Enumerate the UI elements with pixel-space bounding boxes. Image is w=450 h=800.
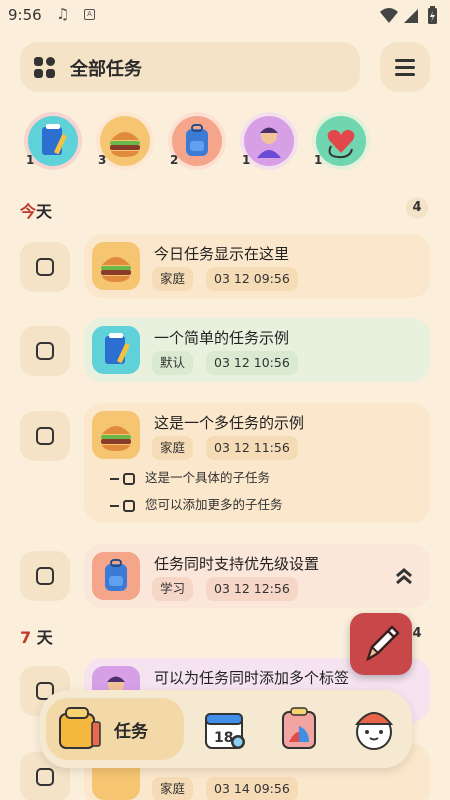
task-time: 03 12 12:56 xyxy=(206,577,298,601)
profile-icon xyxy=(354,712,394,750)
nav-tab-calendar[interactable]: 18 xyxy=(200,704,252,754)
task-time: 03 12 11:56 xyxy=(206,436,298,460)
task-title: 这是一个多任务的示例 xyxy=(154,414,305,432)
section-count-badge: 4 xyxy=(406,197,428,219)
category-health[interactable]: 1 xyxy=(312,112,370,170)
task-card[interactable]: 今日任务显示在这里 家庭 03 12 09:56 xyxy=(84,234,430,298)
section-header-today: 今天 xyxy=(20,202,53,221)
subtask-label: 这是一个具体的子任务 xyxy=(145,470,271,485)
nav-label-tasks: 任务 xyxy=(114,722,148,742)
section-header-7-days: 7 天 xyxy=(20,628,53,647)
category-selector[interactable]: 全部任务 xyxy=(20,42,360,92)
task-title: 一个简单的任务示例 xyxy=(154,329,290,347)
menu-button[interactable] xyxy=(380,42,430,92)
task-tag: 默认 xyxy=(152,351,194,375)
task-card[interactable]: 一个简单的任务示例 默认 03 12 10:56 xyxy=(84,318,430,382)
add-task-button[interactable] xyxy=(350,613,412,675)
bottom-nav: 任务 18 xyxy=(40,690,412,768)
subtask-checkbox[interactable] xyxy=(123,472,135,485)
task-checkbox[interactable] xyxy=(20,326,70,376)
priority-chevron-up-icon xyxy=(396,568,412,585)
heart-stethoscope-icon xyxy=(316,116,366,166)
status-time: 9:56 xyxy=(8,6,42,24)
category-row: 1 3 2 1 1 xyxy=(20,112,440,176)
task-time: 03 12 09:56 xyxy=(206,267,298,291)
page-title: 全部任务 xyxy=(70,59,142,80)
task-title: 可以为任务同时添加多个标签 xyxy=(154,669,350,687)
task-title: 任务同时支持优先级设置 xyxy=(154,555,320,573)
pencil-icon xyxy=(366,625,400,662)
burger-icon xyxy=(92,411,140,459)
category-count: 3 xyxy=(98,153,107,167)
category-backpack[interactable]: 2 xyxy=(168,112,226,170)
burger-icon xyxy=(92,242,140,290)
music-note-icon: ♫ xyxy=(56,5,70,23)
task-time: 03 14 09:56 xyxy=(206,777,298,800)
subtask-label: 您可以添加更多的子任务 xyxy=(145,497,283,512)
task-tag: 家庭 xyxy=(152,267,194,291)
category-person[interactable]: 1 xyxy=(240,112,298,170)
a-notification-icon: A xyxy=(84,9,95,20)
category-burger[interactable]: 3 xyxy=(96,112,154,170)
task-tag: 学习 xyxy=(152,577,194,601)
category-notebook[interactable]: 1 xyxy=(24,112,82,170)
task-card[interactable]: 这是一个多任务的示例 家庭 03 12 11:56 这是一个具体的子任务 您可以… xyxy=(84,403,430,523)
subtask-item[interactable]: 您可以添加更多的子任务 xyxy=(110,494,283,513)
nav-tab-profile[interactable] xyxy=(348,704,400,754)
system-icons xyxy=(380,6,437,24)
task-checkbox[interactable] xyxy=(20,551,70,601)
status-bar: 9:56 ♫ A xyxy=(0,0,450,32)
task-title: 今日任务显示在这里 xyxy=(154,245,290,263)
task-checkbox[interactable] xyxy=(20,411,70,461)
category-count: 1 xyxy=(26,153,35,167)
nav-tab-tasks[interactable]: 任务 xyxy=(46,698,184,760)
backpack-icon xyxy=(92,552,140,600)
stats-icon xyxy=(282,707,316,749)
tasks-icon xyxy=(59,707,101,749)
grid-icon xyxy=(34,57,56,79)
subtask-checkbox[interactable] xyxy=(123,499,135,512)
notebook-pencil-icon xyxy=(28,116,78,166)
subtask-item[interactable]: 这是一个具体的子任务 xyxy=(110,467,270,486)
burger-icon xyxy=(100,116,150,166)
category-count: 1 xyxy=(314,153,323,167)
calendar-icon: 18 xyxy=(205,713,245,749)
notebook-pencil-icon xyxy=(92,326,140,374)
category-count: 1 xyxy=(242,153,251,167)
task-time: 03 12 10:56 xyxy=(206,351,298,375)
signal-icon xyxy=(404,9,418,23)
nav-tab-stats[interactable] xyxy=(275,704,327,754)
task-checkbox[interactable] xyxy=(20,242,70,292)
svg-text:18: 18 xyxy=(214,730,233,746)
person-icon xyxy=(244,116,294,166)
task-card[interactable]: 任务同时支持优先级设置 学习 03 12 12:56 xyxy=(84,544,430,608)
category-count: 2 xyxy=(170,153,179,167)
task-tag: 家庭 xyxy=(152,777,194,800)
task-tag: 家庭 xyxy=(152,436,194,460)
backpack-icon xyxy=(172,116,222,166)
wifi-icon xyxy=(380,8,398,23)
battery-icon xyxy=(428,6,437,24)
